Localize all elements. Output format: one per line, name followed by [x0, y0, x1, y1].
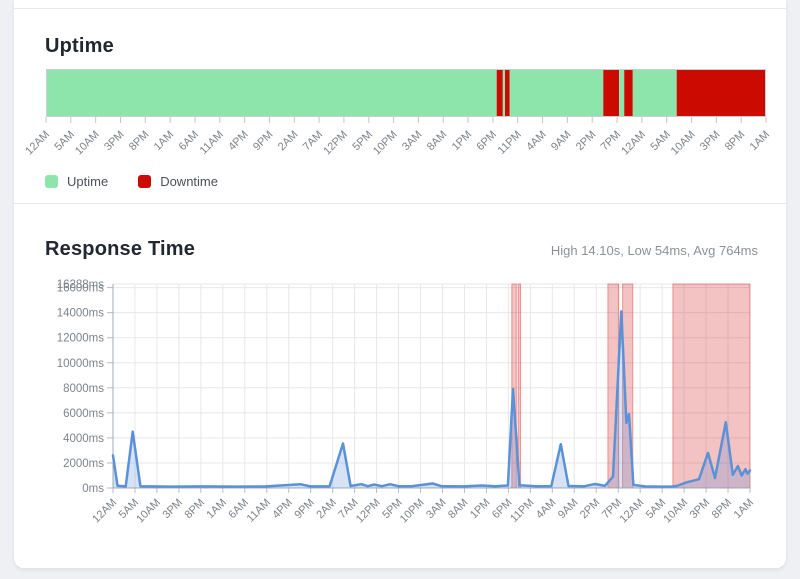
- legend-item-uptime[interactable]: Uptime: [45, 174, 108, 189]
- svg-text:12AM: 12AM: [23, 129, 52, 158]
- svg-text:11PM: 11PM: [508, 497, 536, 525]
- uptime-bar-chart[interactable]: 12AM5AM10AM3PM8PM1AM6AM11AM4PM9PM2AM7AM1…: [14, 69, 786, 169]
- svg-text:2000ms: 2000ms: [63, 458, 104, 470]
- svg-text:3PM: 3PM: [102, 129, 126, 153]
- monitor-card: Uptime 12AM5AM10AM3PM8PM1AM6AM11AM4PM9PM…: [14, 0, 786, 568]
- svg-text:8AM: 8AM: [446, 497, 470, 521]
- response-panel: Response Time High 14.10s, Low 54ms, Avg…: [14, 204, 786, 551]
- svg-text:1AM: 1AM: [732, 497, 756, 521]
- svg-text:12AM: 12AM: [618, 497, 647, 526]
- svg-text:2PM: 2PM: [578, 497, 602, 521]
- uptime-panel: Uptime 12AM5AM10AM3PM8PM1AM6AM11AM4PM9PM…: [14, 9, 786, 204]
- response-time-chart[interactable]: 0ms 2000ms 4000ms 6000ms 8000ms 10000ms 12000m…: [14, 276, 786, 541]
- svg-text:2AM: 2AM: [276, 129, 300, 153]
- svg-text:3PM: 3PM: [161, 497, 185, 521]
- svg-text:2PM: 2PM: [574, 129, 598, 153]
- svg-text:0ms: 0ms: [82, 483, 104, 495]
- svg-text:3AM: 3AM: [400, 129, 424, 153]
- svg-text:3PM: 3PM: [688, 497, 712, 521]
- svg-text:1PM: 1PM: [468, 497, 492, 521]
- svg-text:16288ms: 16288ms: [57, 279, 105, 291]
- response-panel-title: Response Time: [45, 238, 195, 261]
- svg-text:8PM: 8PM: [710, 497, 734, 521]
- svg-text:8PM: 8PM: [127, 129, 151, 153]
- legend-item-downtime[interactable]: Downtime: [138, 174, 218, 189]
- uptime-legend: Uptime Downtime: [45, 171, 786, 191]
- legend-label-uptime: Uptime: [67, 174, 108, 189]
- svg-text:1PM: 1PM: [450, 129, 474, 153]
- svg-text:10000ms: 10000ms: [57, 358, 105, 370]
- response-panel-header: Response Time High 14.10s, Low 54ms, Avg…: [14, 238, 786, 261]
- svg-text:10PM: 10PM: [398, 497, 427, 526]
- svg-text:1AM: 1AM: [204, 497, 228, 521]
- svg-text:10AM: 10AM: [73, 129, 102, 158]
- svg-text:12PM: 12PM: [321, 129, 350, 158]
- svg-text:6000ms: 6000ms: [63, 408, 104, 420]
- response-stats: High 14.10s, Low 54ms, Avg 764ms: [551, 243, 758, 258]
- svg-text:11PM: 11PM: [496, 129, 524, 157]
- downtime-swatch: [138, 175, 151, 188]
- uptime-swatch: [45, 175, 58, 188]
- svg-text:12PM: 12PM: [354, 497, 383, 526]
- svg-text:12000ms: 12000ms: [57, 333, 105, 345]
- previous-section-edge: [14, 0, 786, 9]
- svg-text:8PM: 8PM: [183, 497, 207, 521]
- svg-text:4AM: 4AM: [524, 129, 548, 153]
- svg-text:9PM: 9PM: [292, 497, 316, 521]
- svg-text:1AM: 1AM: [152, 129, 176, 153]
- svg-text:12AM: 12AM: [619, 129, 648, 158]
- svg-text:11AM: 11AM: [245, 497, 273, 525]
- svg-text:8000ms: 8000ms: [63, 383, 104, 395]
- svg-text:2AM: 2AM: [314, 497, 338, 521]
- svg-text:4PM: 4PM: [270, 497, 294, 521]
- svg-text:9AM: 9AM: [556, 497, 580, 521]
- svg-text:11AM: 11AM: [198, 129, 226, 157]
- svg-text:10AM: 10AM: [661, 497, 690, 526]
- svg-text:8AM: 8AM: [425, 129, 449, 153]
- svg-text:4000ms: 4000ms: [63, 433, 104, 445]
- svg-text:4AM: 4AM: [534, 497, 558, 521]
- svg-text:10AM: 10AM: [134, 497, 163, 526]
- uptime-panel-title: Uptime: [45, 35, 786, 58]
- svg-text:10PM: 10PM: [371, 129, 400, 158]
- svg-text:9PM: 9PM: [251, 129, 275, 153]
- svg-text:8PM: 8PM: [723, 129, 747, 153]
- svg-text:9AM: 9AM: [549, 129, 573, 153]
- svg-text:10AM: 10AM: [669, 129, 698, 158]
- svg-text:3PM: 3PM: [698, 129, 722, 153]
- svg-text:12AM: 12AM: [90, 497, 119, 526]
- svg-text:3AM: 3AM: [424, 497, 448, 521]
- svg-text:4PM: 4PM: [226, 129, 250, 153]
- legend-label-downtime: Downtime: [160, 174, 218, 189]
- svg-text:14000ms: 14000ms: [57, 308, 105, 320]
- svg-text:1AM: 1AM: [748, 129, 772, 153]
